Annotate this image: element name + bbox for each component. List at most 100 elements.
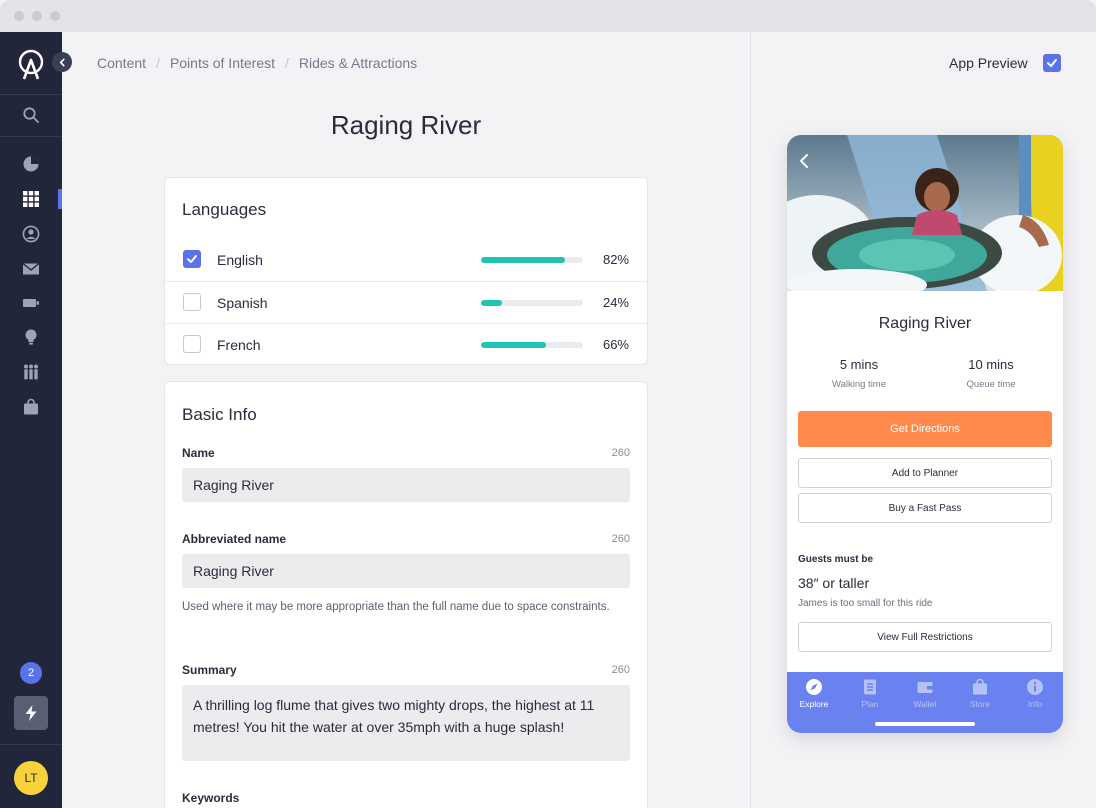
language-percent: 82% [602, 252, 629, 267]
walking-time-value: 5 mins [839, 357, 879, 372]
languages-card: Languages English 82% Spanish 24% French… [164, 177, 648, 365]
language-progress-fill [481, 257, 565, 263]
home-indicator [875, 722, 975, 726]
main-content: Content / Points of Interest / Rides & A… [62, 32, 750, 808]
window-titlebar [0, 0, 1096, 32]
buy-fast-pass-button[interactable]: Buy a Fast Pass [798, 493, 1052, 523]
queue-time-value: 10 mins [968, 357, 1014, 372]
analytics-pie-icon[interactable] [20, 153, 42, 175]
language-row-french: French 66% [165, 323, 647, 365]
page-title: Raging River [330, 110, 482, 140]
mail-icon[interactable] [20, 258, 42, 280]
chevron-left-icon [59, 58, 65, 66]
user-circle-icon[interactable] [20, 223, 42, 245]
language-name: English [217, 252, 263, 268]
basic-info-title: Basic Info [182, 405, 257, 424]
window-close-dot[interactable] [14, 11, 24, 21]
sidebar-collapse-button[interactable] [52, 52, 72, 72]
get-directions-button[interactable]: Get Directions [798, 411, 1052, 447]
sidebar: 2 LT [0, 32, 62, 808]
french-checkbox[interactable] [183, 335, 201, 353]
tab-label: Info [1027, 699, 1043, 709]
spanish-checkbox[interactable] [183, 293, 201, 311]
breadcrumb-rides-attractions[interactable]: Rides & Attractions [299, 55, 417, 71]
app-logo-icon[interactable] [16, 48, 46, 82]
height-requirement: 38″ or taller [798, 575, 870, 591]
abbreviated-name-char-count: 260 [611, 533, 630, 545]
tab-plan[interactable]: Plan [850, 678, 890, 709]
tab-wallet[interactable]: Wallet [905, 678, 945, 709]
ride-hero-image [787, 135, 1063, 291]
device-icon[interactable] [20, 292, 42, 314]
english-checkbox[interactable] [183, 250, 201, 268]
basic-info-card: Basic Info Name 260 Abbreviated name 260… [164, 381, 648, 808]
checkmark-icon [187, 255, 197, 263]
language-progress-bar [481, 257, 583, 263]
language-row-spanish: Spanish 24% [165, 281, 647, 323]
lightbulb-icon[interactable] [20, 326, 42, 348]
user-avatar[interactable]: LT [14, 761, 48, 795]
languages-title: Languages [182, 200, 267, 219]
app-preview-checkbox[interactable] [1043, 54, 1061, 72]
walking-time-stat: 5 mins Walking time [799, 357, 919, 390]
breadcrumb-points-of-interest[interactable]: Points of Interest [170, 55, 275, 71]
language-percent: 24% [602, 295, 629, 310]
search-icon[interactable] [20, 104, 42, 126]
phone-ride-title: Raging River [878, 315, 972, 332]
shopping-bag-icon[interactable] [20, 396, 42, 418]
language-progress-fill [481, 300, 503, 306]
tab-label: Explore [799, 699, 829, 709]
tab-info[interactable]: Info [1015, 678, 1055, 709]
window-zoom-dot[interactable] [50, 11, 60, 21]
tab-explore[interactable]: Explore [794, 678, 834, 709]
tab-label: Plan [861, 699, 879, 709]
tab-label: Store [969, 699, 991, 709]
info-icon [1027, 679, 1043, 695]
breadcrumb-separator: / [156, 55, 160, 71]
compass-icon [806, 679, 822, 695]
language-progress-bar [481, 342, 583, 348]
language-name: French [217, 337, 261, 353]
language-progress-bar [481, 300, 583, 306]
queue-time-label: Queue time [966, 379, 1016, 390]
app-preview-label: App Preview [949, 55, 1028, 71]
abbreviated-name-label: Abbreviated name [182, 532, 287, 546]
phone-tab-bar: Explore Plan Wallet Store Info [787, 672, 1063, 733]
breadcrumb-separator: / [285, 55, 289, 71]
phone-preview: Raging River 5 mins Walking time 10 mins… [787, 135, 1063, 733]
quick-actions-button[interactable] [14, 696, 48, 730]
notification-count-badge[interactable]: 2 [20, 662, 42, 684]
height-note: James is too small for this ride [798, 598, 933, 609]
window-minimize-dot[interactable] [32, 11, 42, 21]
sidebar-divider [0, 94, 62, 95]
walking-time-label: Walking time [831, 379, 887, 390]
keywords-label: Keywords [182, 791, 240, 805]
guests-must-be-label: Guests must be [798, 554, 874, 565]
add-to-planner-button[interactable]: Add to Planner [798, 458, 1052, 488]
lightning-bolt-icon [25, 705, 37, 721]
view-full-restrictions-button[interactable]: View Full Restrictions [798, 622, 1052, 652]
sidebar-divider [0, 136, 62, 137]
summary-label: Summary [182, 663, 237, 677]
summary-char-count: 260 [611, 664, 630, 676]
name-char-count: 260 [611, 447, 630, 459]
summary-textarea[interactable]: A thrilling log flume that gives two mig… [182, 685, 630, 761]
queue-time-stat: 10 mins Queue time [931, 357, 1051, 390]
language-percent: 66% [602, 337, 629, 352]
abbreviated-name-input[interactable] [182, 554, 630, 588]
people-group-icon[interactable] [20, 361, 42, 383]
name-label: Name [182, 446, 215, 460]
wallet-icon [917, 682, 933, 693]
breadcrumb: Content / Points of Interest / Rides & A… [97, 55, 417, 71]
checkmark-icon [1047, 59, 1057, 67]
tab-store[interactable]: Store [960, 678, 1000, 709]
name-input[interactable] [182, 468, 630, 502]
breadcrumb-content[interactable]: Content [97, 55, 146, 71]
clipboard-icon [864, 679, 876, 695]
bag-icon [973, 678, 987, 695]
abbreviated-name-help-text: Used where it may be more appropriate th… [182, 601, 610, 613]
language-row-english: English 82% [165, 239, 647, 281]
app-preview-panel: App Preview Raging River 5 mins Walking … [750, 32, 1096, 808]
content-grid-icon[interactable] [20, 188, 42, 210]
language-progress-fill [481, 342, 547, 348]
